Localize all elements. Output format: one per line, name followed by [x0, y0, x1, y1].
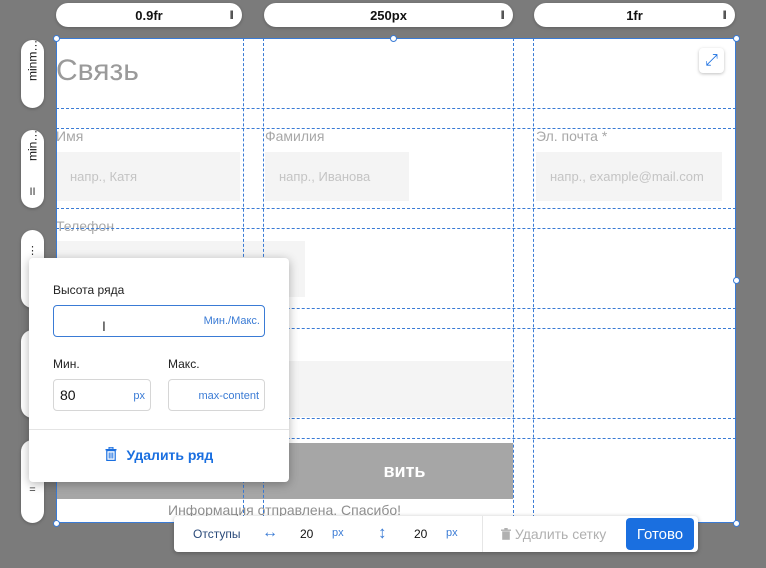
expand-button[interactable]: ⤢ [699, 48, 724, 73]
submit-label: вить [383, 460, 426, 481]
horizontal-gap-value[interactable]: 20 [300, 527, 313, 541]
column-size-label: 1fr [626, 8, 643, 23]
max-label: Макс. [168, 357, 200, 371]
email-input[interactable]: напр., example@mail.com [536, 152, 722, 201]
resize-handle[interactable] [733, 520, 740, 527]
first-name-input[interactable]: напр., Катя [56, 152, 240, 201]
resize-handle[interactable] [390, 35, 397, 42]
row-height-input[interactable]: Мин./Макс. [53, 305, 265, 337]
grid-row-line [56, 208, 736, 209]
done-button[interactable]: Готово [626, 518, 694, 550]
row-size-label: min… [25, 130, 40, 162]
grid-toolbar: Отступы ↔ 20 px ↕ 20 px Удалить сетку Го… [174, 516, 698, 552]
min-label: Мин. [53, 357, 80, 371]
drag-handle-icon[interactable]: II [21, 186, 44, 198]
min-unit[interactable]: px [133, 390, 145, 402]
grid-row-line [56, 108, 736, 109]
popup-title: Высота ряда [53, 283, 125, 297]
vertical-arrows-icon: ↕ [378, 523, 387, 542]
drag-handle-icon[interactable]: = [21, 484, 44, 496]
email-label: Эл. почта * [536, 128, 608, 144]
column-size-pill[interactable]: 250px II [264, 3, 513, 27]
expand-arrows-icon: ⤢ [705, 51, 718, 69]
max-input[interactable]: max-content [168, 379, 265, 411]
row-height-popup: Высота ряда Мин./Макс. I Мин. 80 px Макс… [29, 258, 289, 482]
column-size-pill[interactable]: 0.9fr II [56, 3, 242, 27]
toolbar-divider [482, 516, 483, 552]
form-title: Связь [56, 54, 139, 87]
grid-column-line [533, 38, 534, 523]
column-size-pill[interactable]: 1fr II [534, 3, 735, 27]
row-height-hint: Мин./Макс. [203, 315, 260, 327]
resize-handle[interactable] [733, 35, 740, 42]
text-cursor-icon: I [102, 318, 106, 334]
horizontal-arrows-icon: ↔ [262, 524, 278, 541]
phone-label: Телефон [56, 218, 115, 234]
max-value: max-content [198, 390, 259, 402]
resize-handle[interactable] [53, 520, 60, 527]
drag-handle-icon[interactable]: II [722, 8, 726, 22]
min-value: 80 [60, 387, 76, 403]
column-size-label: 0.9fr [135, 8, 163, 23]
delete-row-button[interactable]: Удалить ряд [29, 446, 289, 463]
grid-row-line [56, 228, 736, 229]
gaps-label: Отступы [193, 527, 241, 541]
last-name-input[interactable]: напр., Иванова [265, 152, 409, 201]
trash-icon [501, 526, 515, 542]
trash-icon [105, 446, 121, 463]
delete-grid-label: Удалить сетку [514, 526, 607, 542]
horizontal-gap-unit[interactable]: px [332, 527, 344, 539]
column-size-label: 250px [370, 8, 407, 23]
min-input[interactable]: 80 px [53, 379, 151, 411]
popup-divider [29, 429, 289, 430]
resize-handle[interactable] [733, 277, 740, 284]
drag-handle-icon[interactable]: II [500, 8, 504, 22]
grid-column-line [513, 38, 514, 523]
row-size-label: minm… [25, 40, 40, 82]
delete-row-label: Удалить ряд [126, 447, 214, 463]
vertical-gap-unit[interactable]: px [446, 527, 458, 539]
grid-row-line [56, 128, 736, 129]
last-name-label: Фамилия [265, 128, 325, 144]
delete-grid-button[interactable]: Удалить сетку [501, 526, 606, 542]
drag-handle-icon[interactable]: II [229, 8, 233, 22]
first-name-label: Имя [56, 128, 84, 144]
vertical-gap-value[interactable]: 20 [414, 527, 427, 541]
row-size-label: ⋮ [27, 245, 38, 257]
row-size-pill[interactable]: min… II [21, 130, 44, 208]
resize-handle[interactable] [53, 35, 60, 42]
row-size-pill[interactable]: minm… [21, 40, 44, 108]
